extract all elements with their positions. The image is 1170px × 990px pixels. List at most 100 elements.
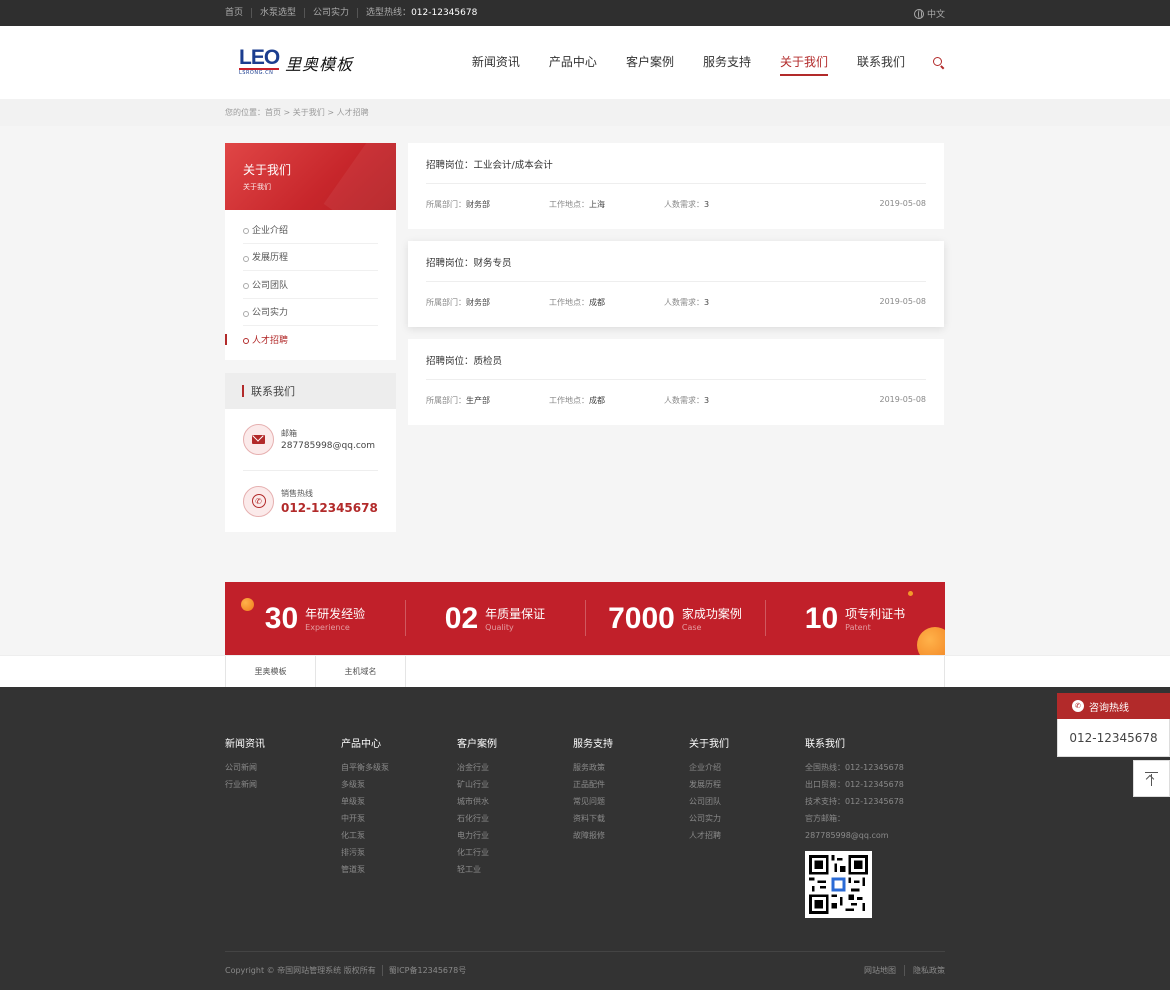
dept-value: 财务部 — [466, 200, 490, 209]
stat-en-label: Experience — [305, 623, 350, 632]
footer-link[interactable]: 公司实力 — [689, 810, 805, 827]
topbar-link-home[interactable]: 首页 — [225, 8, 251, 18]
footer-link[interactable]: 公司团队 — [689, 793, 805, 810]
stat-cases: 7000 家成功案例 Case — [585, 599, 765, 636]
back-to-top-button[interactable] — [1133, 760, 1170, 797]
contact-box: 联系我们 邮箱 287785998@qq.com ✆ 销售热线 012-1234… — [225, 372, 396, 532]
topbar-link-strength[interactable]: 公司实力 — [304, 8, 357, 18]
job-title[interactable]: 招聘岗位：财务专员 — [426, 255, 926, 282]
footer-link[interactable]: 人才招聘 — [689, 827, 805, 844]
nav-about[interactable]: 关于我们 — [779, 26, 828, 99]
nav-cases[interactable]: 客户案例 — [626, 26, 674, 99]
footer-link[interactable]: 轻工业 — [457, 861, 573, 878]
job-card[interactable]: 招聘岗位：质检员 所属部门：生产部 工作地点：成都 人数需求：3 2019-05… — [408, 339, 944, 425]
footer-link[interactable]: 多级泵 — [341, 776, 457, 793]
footer-link[interactable]: 中开泵 — [341, 810, 457, 827]
footer-link[interactable]: 企业介绍 — [689, 759, 805, 776]
footer-link[interactable]: 资料下载 — [573, 810, 689, 827]
search-icon[interactable] — [933, 56, 945, 69]
stat-label: 项专利证书 — [845, 607, 906, 621]
footer-col-title[interactable]: 客户案例 — [457, 735, 573, 750]
footer-contact-line: 官方邮箱： — [805, 814, 845, 823]
job-card[interactable]: 招聘岗位：财务专员 所属部门：财务部 工作地点：成都 人数需求：3 2019-0… — [408, 241, 944, 327]
job-location: 工作地点：上海 — [549, 199, 664, 210]
sidebar-item-intro[interactable]: 企业介绍 — [243, 216, 378, 244]
breadcrumb: 您的位置：首页 > 关于我们 > 人才招聘 — [0, 99, 1170, 126]
footer-link[interactable]: 冶金行业 — [457, 759, 573, 776]
footer-columns: 新闻资讯 公司新闻 行业新闻 产品中心 自平衡多级泵 多级泵 单级泵 中开泵 化… — [225, 735, 935, 918]
nav-news[interactable]: 新闻资讯 — [472, 26, 520, 99]
job-title[interactable]: 招聘岗位：工业会计/成本会计 — [426, 157, 926, 184]
footer-col-title[interactable]: 产品中心 — [341, 735, 457, 750]
footer-link[interactable]: 发展历程 — [689, 776, 805, 793]
job-count: 人数需求：3 — [664, 199, 709, 210]
footer-col-title[interactable]: 联系我们 — [805, 735, 935, 750]
count-label: 人数需求： — [664, 298, 704, 307]
job-card[interactable]: 招聘岗位：工业会计/成本会计 所属部门：财务部 工作地点：上海 人数需求：3 2… — [408, 143, 944, 229]
footer-link[interactable]: 矿山行业 — [457, 776, 573, 793]
site-logo[interactable]: LEO LSRONG.CN 里奥模板 — [239, 46, 353, 77]
sidebar-menu: 企业介绍 发展历程 公司团队 公司实力 人才招聘 — [225, 210, 396, 360]
nav-products[interactable]: 产品中心 — [549, 26, 597, 99]
stat-label: 年研发经验 — [305, 607, 366, 621]
topbar-link-pump-select[interactable]: 水泵选型 — [251, 8, 304, 18]
nav-support[interactable]: 服务支持 — [703, 26, 751, 99]
logo-mark: LEO LSRONG.CN — [239, 46, 280, 77]
footer-link[interactable]: 单级泵 — [341, 793, 457, 810]
nav-contact[interactable]: 联系我们 — [857, 26, 905, 99]
footer-link[interactable]: 排污泵 — [341, 844, 457, 861]
sidebar-item-team[interactable]: 公司团队 — [243, 271, 378, 299]
sidebar-title: 关于我们 — [243, 163, 292, 177]
logo-text: LEO — [239, 46, 280, 69]
footer-link[interactable]: 石化行业 — [457, 810, 573, 827]
job-list: 招聘岗位：工业会计/成本会计 所属部门：财务部 工作地点：上海 人数需求：3 2… — [408, 143, 944, 532]
footer-col-products: 产品中心 自平衡多级泵 多级泵 单级泵 中开泵 化工泵 排污泵 管道泵 — [341, 735, 457, 918]
stat-en-label: Case — [681, 623, 702, 632]
footer-col-title[interactable]: 关于我们 — [689, 735, 805, 750]
footer-link[interactable]: 常见问题 — [573, 793, 689, 810]
sidebar-header: 关于我们 关于我们 — [225, 143, 396, 210]
sitemap-link[interactable]: 网站地图 — [856, 965, 896, 976]
count-label: 人数需求： — [664, 200, 704, 209]
footer: 新闻资讯 公司新闻 行业新闻 产品中心 自平衡多级泵 多级泵 单级泵 中开泵 化… — [0, 687, 1170, 990]
footer-link[interactable]: 服务政策 — [573, 759, 689, 776]
icp-number[interactable]: 蜀ICP备12345678号 — [381, 965, 466, 976]
job-title[interactable]: 招聘岗位：质检员 — [426, 353, 926, 380]
friend-link[interactable]: 主机域名 — [316, 656, 406, 687]
footer-bottom: Copyright © 帝国网站管理系统 版权所有 蜀ICP备12345678号… — [225, 951, 945, 976]
footer-link[interactable]: 化工行业 — [457, 844, 573, 861]
stat-label: 家成功案例 — [681, 607, 742, 621]
footer-contact-line: 技术支持：012-12345678 — [805, 797, 904, 806]
sidebar-item-history[interactable]: 发展历程 — [243, 244, 378, 271]
footer-link[interactable]: 自平衡多级泵 — [341, 759, 457, 776]
sidebar-item-recruit[interactable]: 人才招聘 — [225, 326, 378, 354]
footer-col-title[interactable]: 服务支持 — [573, 735, 689, 750]
sidebar-item-strength[interactable]: 公司实力 — [243, 299, 378, 326]
footer-link[interactable]: 正品配件 — [573, 776, 689, 793]
footer-link[interactable]: 行业新闻 — [225, 776, 341, 793]
floating-hotline-header: ✆ 咨询热线 — [1057, 693, 1170, 719]
contact-email: 邮箱 287785998@qq.com — [243, 409, 378, 471]
footer-link[interactable]: 管道泵 — [341, 861, 457, 878]
phone-icon: ✆ — [1072, 700, 1084, 712]
topbar-hotline: 选型热线：012-12345678 — [357, 8, 485, 18]
language-switch[interactable]: 中文 — [913, 7, 945, 20]
footer-col-cases: 客户案例 冶金行业 矿山行业 城市供水 石化行业 电力行业 化工行业 轻工业 — [457, 735, 573, 918]
floating-hotline-title: 咨询热线 — [1089, 702, 1129, 714]
main-nav: 新闻资讯 产品中心 客户案例 服务支持 关于我们 联系我们 — [443, 26, 945, 99]
stat-label: 年质量保证 — [485, 607, 546, 621]
stats-banner: 30 年研发经验 Experience 02 年质量保证 Quality 7000 … — [225, 582, 945, 655]
privacy-link[interactable]: 隐私政策 — [904, 965, 945, 976]
footer-col-title[interactable]: 新闻资讯 — [225, 735, 341, 750]
footer-link[interactable]: 化工泵 — [341, 827, 457, 844]
footer-link[interactable]: 故障报修 — [573, 827, 689, 844]
email-value[interactable]: 287785998@qq.com — [281, 441, 375, 451]
footer-contact-line: 出口贸易：012-12345678 — [805, 780, 904, 789]
footer-link[interactable]: 公司新闻 — [225, 759, 341, 776]
dept-label: 所属部门： — [426, 396, 466, 405]
phone-value: 012-12345678 — [281, 500, 378, 515]
footer-link[interactable]: 城市供水 — [457, 793, 573, 810]
friend-link[interactable]: 里奥模板 — [226, 656, 316, 687]
footer-link[interactable]: 电力行业 — [457, 827, 573, 844]
floating-hotline[interactable]: ✆ 咨询热线 012-12345678 — [1057, 693, 1170, 757]
